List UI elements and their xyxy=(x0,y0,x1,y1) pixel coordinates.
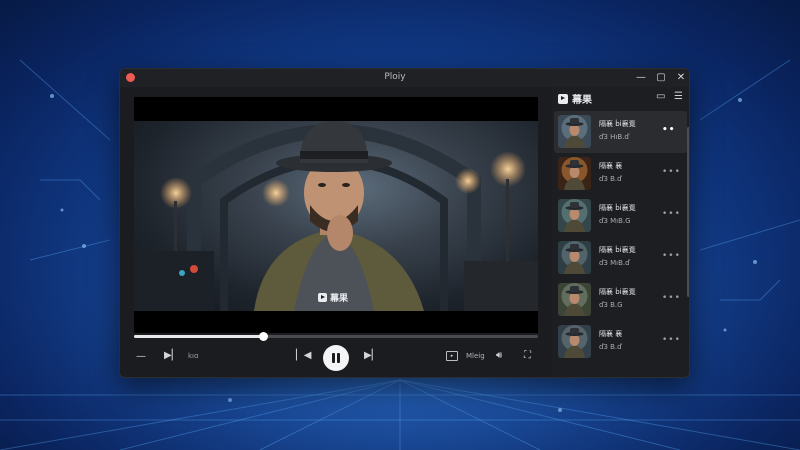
watermark-text: 幕果 xyxy=(330,294,349,304)
skip-next-frame-icon[interactable]: ▶▏ xyxy=(164,350,179,361)
more-options-icon[interactable]: ••• xyxy=(662,335,681,345)
pause-button[interactable] xyxy=(323,345,349,371)
close-dot-button[interactable] xyxy=(126,73,135,82)
seek-bar[interactable] xyxy=(134,332,538,341)
list-item[interactable]: 隔襄 襄 ď3 B.ď ••• xyxy=(554,153,687,195)
video-watermark: 幕果 xyxy=(318,291,348,304)
video-frame[interactable]: 幕果 xyxy=(134,121,538,311)
playlist: 隔襄 ḃi襄覔 ď3 HıB.ď •• 隔襄 襄 ď3 B.ď ••• 隔襄 ḃi襄覔 ď3 … xyxy=(552,111,687,363)
more-options-icon[interactable]: ••• xyxy=(662,167,681,177)
seek-bar-knob[interactable] xyxy=(259,332,269,341)
minimize-icon[interactable]: — xyxy=(635,72,647,84)
brand-play-icon xyxy=(318,293,327,302)
next-icon[interactable]: ▶▏ xyxy=(364,350,379,361)
item-title: 隔襄 ḃi襄覔 xyxy=(599,120,636,128)
previous-icon[interactable]: ▏◀ xyxy=(296,350,311,361)
playlist-scrollbar[interactable] xyxy=(687,127,689,297)
time-readout: kıɑ xyxy=(188,352,199,360)
video-thumbnail[interactable] xyxy=(558,283,591,316)
maximize-icon[interactable]: ▢ xyxy=(655,72,667,84)
item-meta: ď3 B.G xyxy=(599,301,623,309)
close-icon[interactable]: ✕ xyxy=(675,72,687,84)
stop-icon[interactable]: — xyxy=(136,351,146,362)
item-title: 隔襄 襄 xyxy=(599,330,623,338)
list-icon[interactable]: ☰ xyxy=(674,91,683,102)
item-title: 隔襄 ḃi襄覔 xyxy=(599,288,636,296)
window-title: Ploiy xyxy=(384,72,406,82)
player-window: Ploiy — ▢ ✕ 幕果 — ▶▏ kıɑ ▏◀ ▶▏ ▸ Mleig 🔊︎… xyxy=(119,68,690,378)
mode-label[interactable]: Mleig xyxy=(466,352,485,360)
video-thumbnail[interactable] xyxy=(558,115,591,148)
more-options-icon[interactable]: ••• xyxy=(662,209,681,219)
list-item[interactable]: 隔襄 ḃi襄覔 ď3 MıB.ď ••• xyxy=(554,237,687,279)
list-item[interactable]: 隔襄 襄 ď3 B.ď ••• xyxy=(554,321,687,363)
list-item[interactable]: 隔襄 ḃi襄覔 ď3 HıB.ď •• xyxy=(554,111,687,153)
seek-bar-fill xyxy=(134,335,264,338)
item-meta: ď3 MıB.G xyxy=(599,217,631,225)
more-options-icon[interactable]: ••• xyxy=(662,293,681,303)
playlist-header: 幕果 xyxy=(558,91,592,106)
video-thumbnail[interactable] xyxy=(558,199,591,232)
item-title: 隔襄 ḃi襄覔 xyxy=(599,246,636,254)
list-item[interactable]: 隔襄 ḃi襄覔 ď3 MıB.G ••• xyxy=(554,195,687,237)
playlist-panel: 幕果 ▭ ☰ 隔襄 ḃi襄覔 ď3 HıB.ď •• 隔襄 襄 ď3 B.ď ••• 隔襄 … xyxy=(552,87,689,377)
item-title: 隔襄 ḃi襄覔 xyxy=(599,204,636,212)
video-area[interactable]: 幕果 xyxy=(134,97,538,333)
more-options-icon[interactable]: ••• xyxy=(662,251,681,261)
video-thumbnail[interactable] xyxy=(558,157,591,190)
subtitle-icon[interactable]: ▸ xyxy=(446,351,458,361)
video-scene xyxy=(134,121,538,311)
video-thumbnail[interactable] xyxy=(558,241,591,274)
item-meta: ď3 HıB.ď xyxy=(599,133,629,141)
brand-play-icon xyxy=(558,93,568,104)
item-meta: ď3 B.ď xyxy=(599,175,622,183)
volume-icon[interactable]: 🔊︎ xyxy=(496,350,502,361)
item-meta: ď3 MıB.ď xyxy=(599,259,630,267)
item-meta: ď3 B.ď xyxy=(599,343,622,351)
title-bar: Ploiy — ▢ ✕ xyxy=(120,69,689,87)
playlist-title: 幕果 xyxy=(572,95,592,106)
more-options-icon[interactable]: •• xyxy=(662,125,676,135)
fullscreen-icon[interactable]: ⛶ xyxy=(524,350,531,361)
item-title: 隔襄 襄 xyxy=(599,162,623,170)
folder-icon[interactable]: ▭ xyxy=(656,91,665,102)
list-item[interactable]: 隔襄 ḃi襄覔 ď3 B.G ••• xyxy=(554,279,687,321)
video-thumbnail[interactable] xyxy=(558,325,591,358)
